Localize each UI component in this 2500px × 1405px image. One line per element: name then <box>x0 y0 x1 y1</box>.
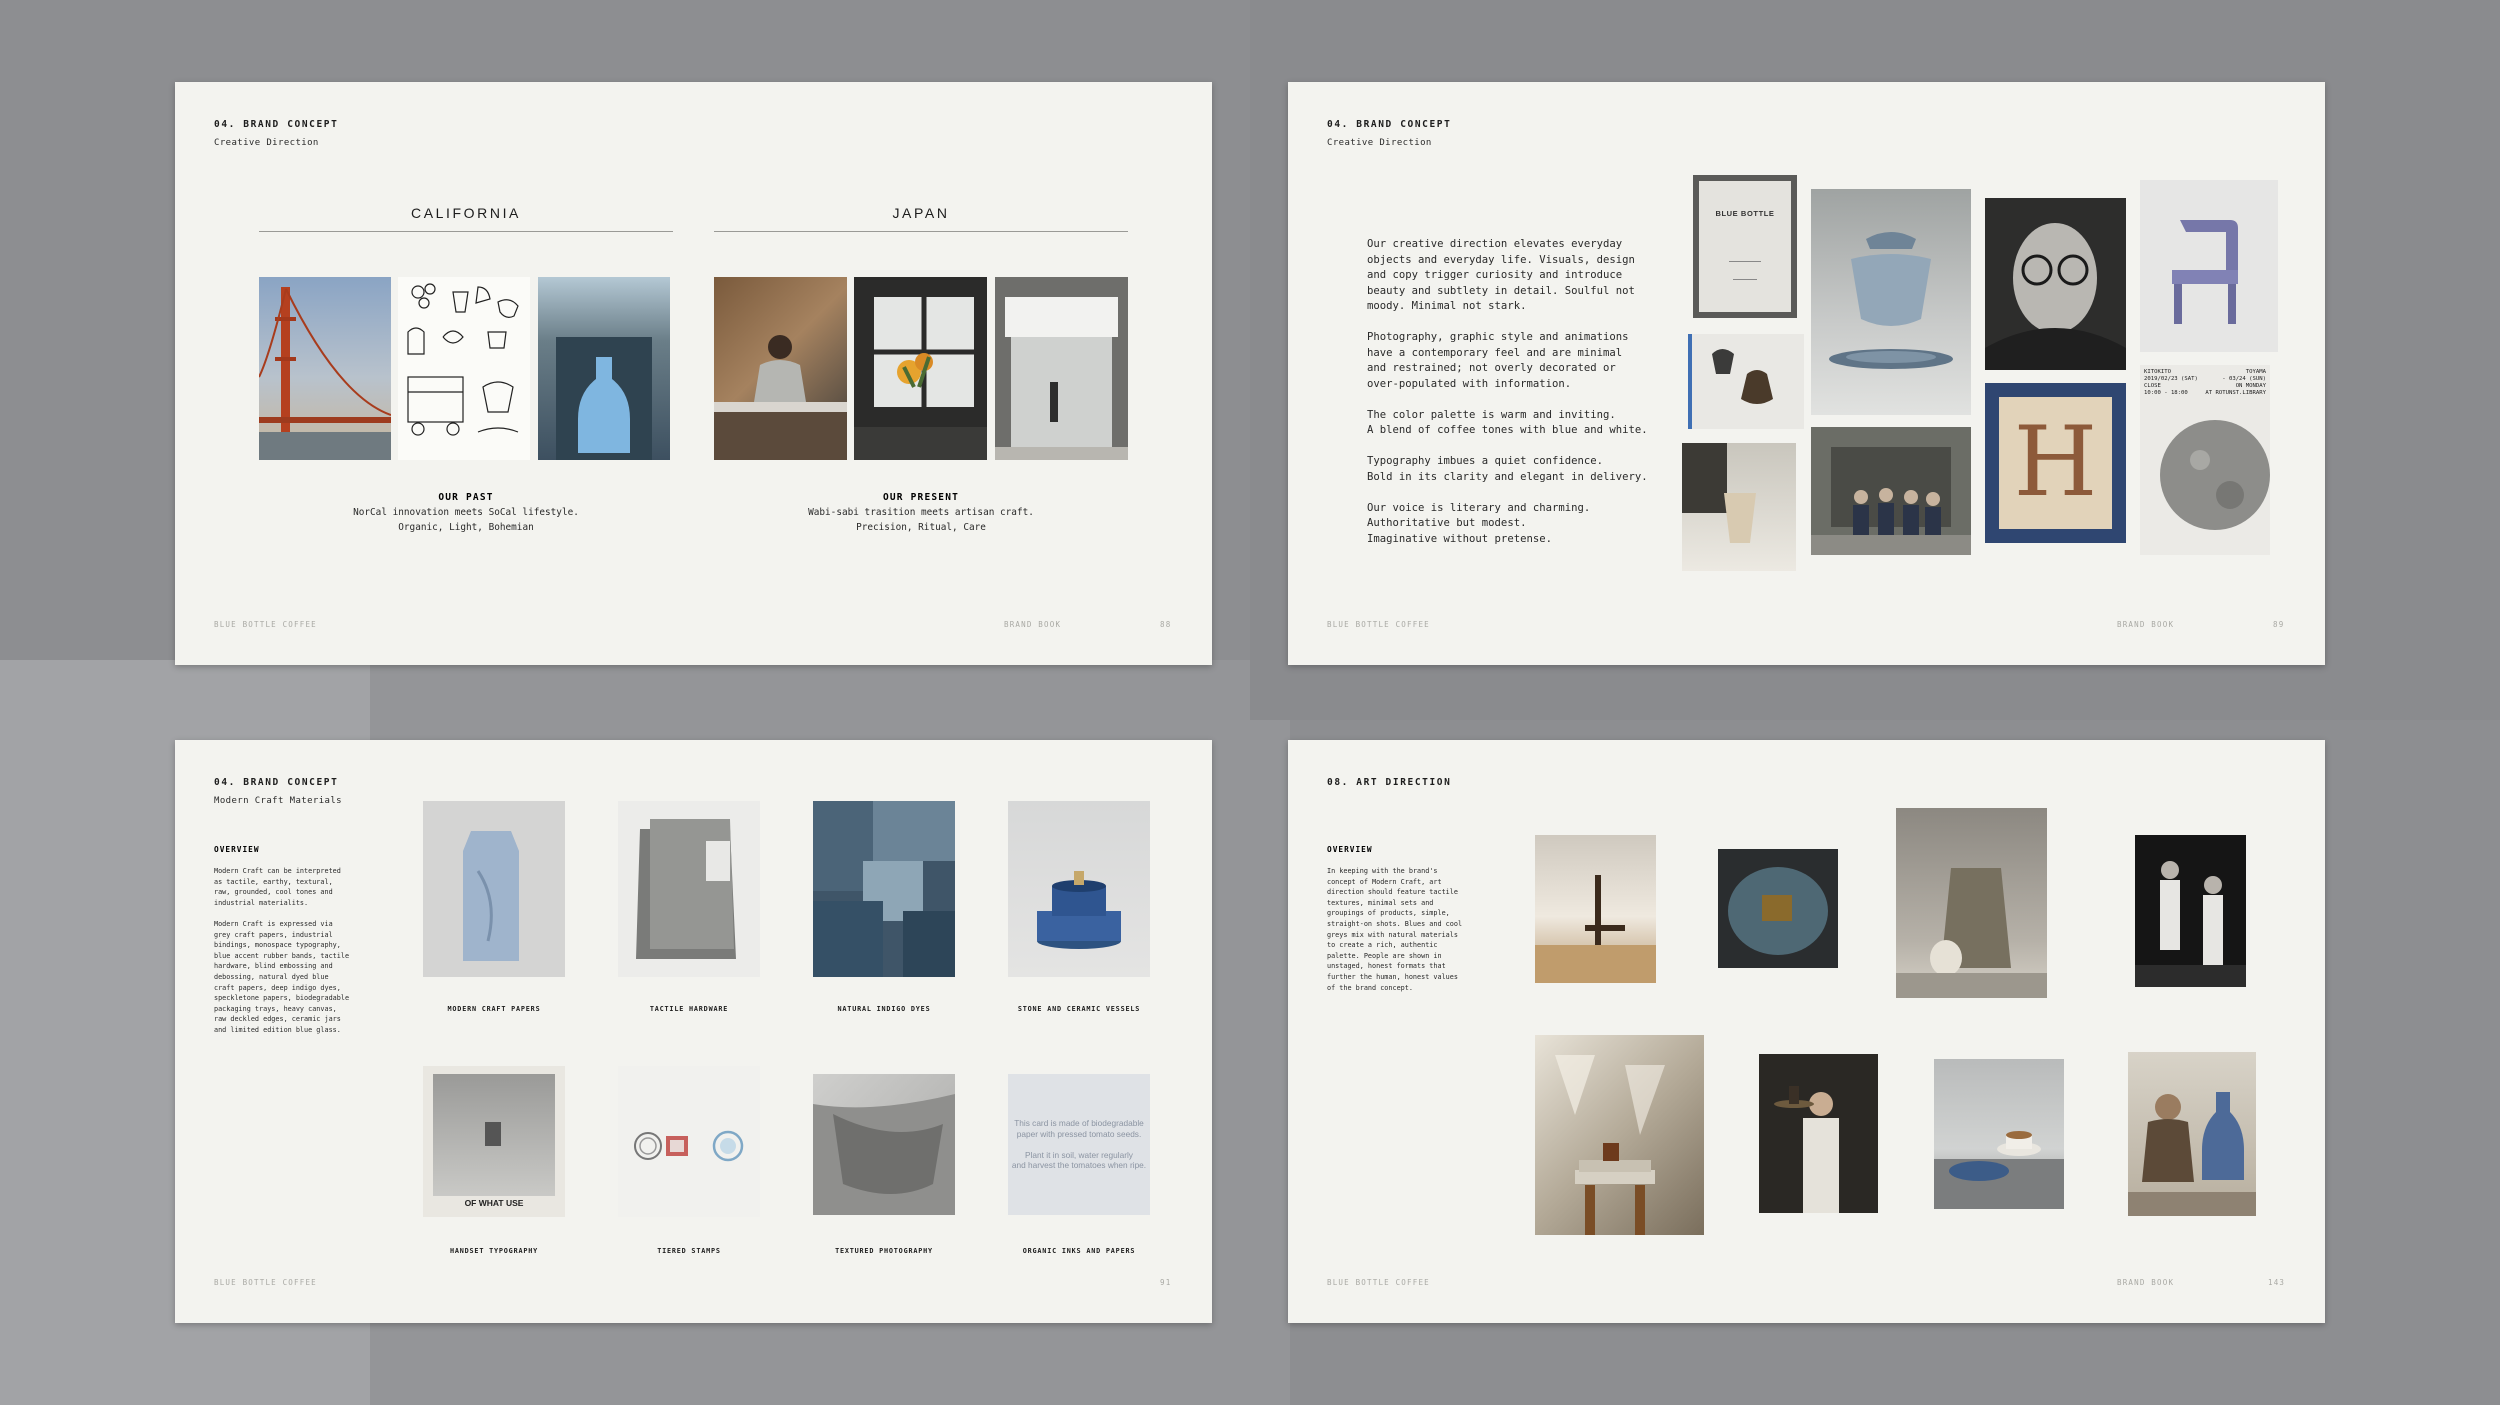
poster-text-right: TOYAMA - 03/24 (SUN) ON MONDAY AT ROTUNS… <box>2205 369 2266 396</box>
woman-holding-tray-photo <box>1759 1054 1878 1213</box>
footer-brand: BLUE BOTTLE COFFEE <box>1327 620 1430 629</box>
page-number: 143 <box>2268 1278 2286 1287</box>
caption: TIERED STAMPS <box>657 1247 721 1255</box>
present-title: OUR PRESENT <box>882 492 960 503</box>
caption: MODERN CRAFT PAPERS <box>447 1005 541 1013</box>
present-line-2: Precision, Ritual, Care <box>856 522 986 533</box>
footer-book: BRAND BOOK <box>2117 1278 2175 1287</box>
section-label: 04. BRAND CONCEPT <box>1327 119 1452 130</box>
coffee-cup-saucer-photo <box>1934 1059 2064 1209</box>
page-number: 89 <box>2273 620 2285 629</box>
textured-photography-photo <box>813 1074 955 1215</box>
teapot-sculpture-photo <box>1688 334 1804 429</box>
past-line-2: Organic, Light, Bohemian <box>398 522 534 533</box>
craft-paper-carton-photo <box>423 801 565 977</box>
print-text: OF WHAT USE <box>464 1198 524 1208</box>
two-people-doorway-photo <box>2135 835 2246 987</box>
caption: TEXTURED PHOTOGRAPHY <box>835 1247 933 1255</box>
page-art-direction: 08. ART DIRECTION OVERVIEW In keeping wi… <box>1288 740 2325 1323</box>
page-california-japan: 04. BRAND CONCEPT Creative Direction CAL… <box>175 82 1212 665</box>
event-poster-photo: KITOKITO 2019/02/23 (SAT) CLOSE 10:00 - … <box>2140 365 2270 555</box>
footer-brand: BLUE BOTTLE COFFEE <box>214 620 317 629</box>
section-subtitle: Modern Craft Materials <box>214 796 343 806</box>
overview-text: In keeping with the brand's concept of M… <box>1327 867 1463 992</box>
section-label: 08. ART DIRECTION <box>1327 777 1452 788</box>
dessert-plate-photo <box>1718 849 1838 968</box>
barista-photo <box>714 277 847 460</box>
divider <box>714 231 1128 232</box>
coffee-bag-photo <box>1896 808 2047 998</box>
window-flowers-photo <box>854 277 987 460</box>
ceramic-vessel-photo <box>1008 801 1150 977</box>
past-title: OUR PAST <box>438 492 494 503</box>
ceramic-cup-photo <box>1682 443 1796 571</box>
sunlit-stool-photo <box>1535 1035 1704 1235</box>
tactile-hardware-photo <box>618 801 760 977</box>
california-heading: CALIFORNIA <box>410 205 521 221</box>
caption: NATURAL INDIGO DYES <box>837 1005 931 1013</box>
caption: HANDSET TYPOGRAPHY <box>449 1247 539 1255</box>
golden-gate-photo <box>259 277 391 460</box>
footer-book: BRAND BOOK <box>2117 620 2175 629</box>
japan-heading: JAPAN <box>892 205 950 221</box>
present-line-1: Wabi-sabi trasition meets artisan craft. <box>808 507 1034 518</box>
creative-direction-text: Our creative direction elevates everyday… <box>1367 238 1648 545</box>
people-portrait-photo <box>1811 427 1971 555</box>
blue-bottle-sign-photo <box>538 277 670 460</box>
caption: STONE AND CERAMIC VESSELS <box>1017 1005 1141 1013</box>
overview-text: Modern Craft can be interpreted as tacti… <box>214 867 350 1034</box>
section-label: 04. BRAND CONCEPT <box>214 777 339 788</box>
past-line-1: NorCal innovation meets SoCal lifestyle. <box>353 507 579 518</box>
book-cover-title: BLUE BOTTLE <box>1715 209 1775 218</box>
caption: TACTILE HARDWARE <box>649 1005 729 1013</box>
footer-book: BRAND BOOK <box>1004 620 1062 629</box>
footer-brand: BLUE BOTTLE COFFEE <box>1327 1278 1430 1287</box>
overview-heading: OVERVIEW <box>214 845 260 854</box>
tiered-stamps-photo <box>618 1066 760 1217</box>
page-number: 88 <box>1160 620 1172 629</box>
page-modern-craft-materials: 04. BRAND CONCEPT Modern Craft Materials… <box>175 740 1212 1323</box>
card-text: This card is made of biodegradable paper… <box>1011 1118 1147 1170</box>
cafe-storefront-photo <box>995 277 1128 460</box>
organic-ink-card-photo: This card is made of biodegradable paper… <box>1008 1074 1150 1215</box>
man-portrait-photo <box>1985 198 2126 370</box>
poster-text-left: KITOKITO 2019/02/23 (SAT) CLOSE 10:00 - … <box>2144 369 2198 396</box>
table-chair-photo <box>1535 835 1656 983</box>
footer-brand: BLUE BOTTLE COFFEE <box>214 1278 317 1287</box>
letter-h-cover-photo: H <box>1985 383 2126 543</box>
purple-chair-photo <box>2140 180 2278 352</box>
overview-heading: OVERVIEW <box>1327 845 1373 854</box>
section-subtitle: Creative Direction <box>214 138 319 148</box>
caption: ORGANIC INKS AND PAPERS <box>1022 1247 1136 1255</box>
indigo-blocks-photo <box>813 801 955 977</box>
page-number: 91 <box>1160 1278 1172 1287</box>
section-subtitle: Creative Direction <box>1327 138 1432 148</box>
section-label: 04. BRAND CONCEPT <box>214 119 339 130</box>
potter-blue-vase-photo <box>2128 1052 2256 1216</box>
divider <box>259 231 673 232</box>
handset-typography-print: OF WHAT USE <box>423 1066 565 1217</box>
blue-bowl-photo <box>1811 189 1971 415</box>
page-creative-direction: 04. BRAND CONCEPT Creative Direction Our… <box>1288 82 2325 665</box>
book-cover-photo: BLUE BOTTLE <box>1693 175 1797 318</box>
illustration-sketches <box>398 277 530 460</box>
